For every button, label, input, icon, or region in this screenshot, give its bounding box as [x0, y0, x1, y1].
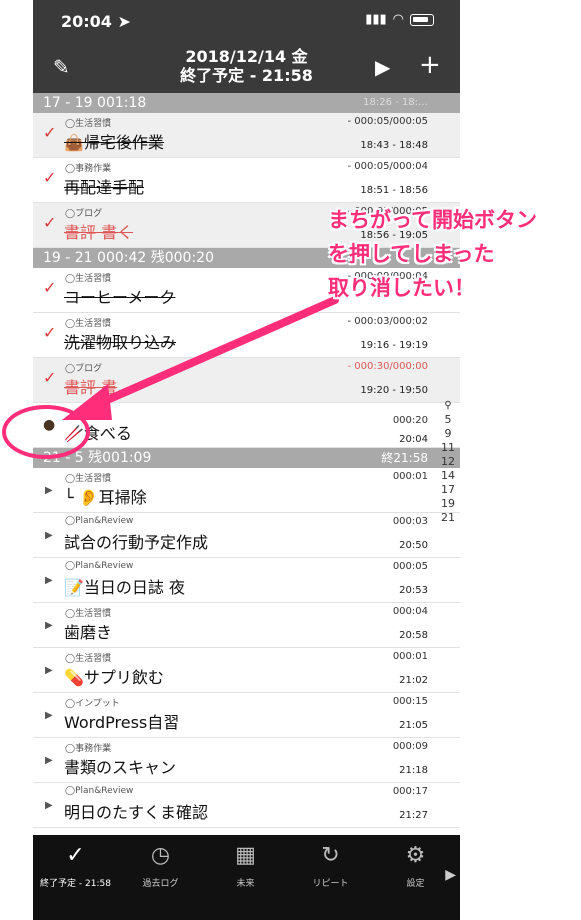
- callout-line: まちがって開始ボタン: [328, 208, 537, 232]
- callout-line: 取り消したい！: [328, 276, 475, 300]
- annotation-circle: [2, 405, 90, 459]
- arrow-line: [76, 296, 339, 416]
- callout-line: を押してしまった: [328, 242, 495, 266]
- annotation-arrow: [62, 296, 339, 420]
- annotation-callout: まちがって開始ボタン を押してしまった 取り消したい！: [328, 203, 578, 305]
